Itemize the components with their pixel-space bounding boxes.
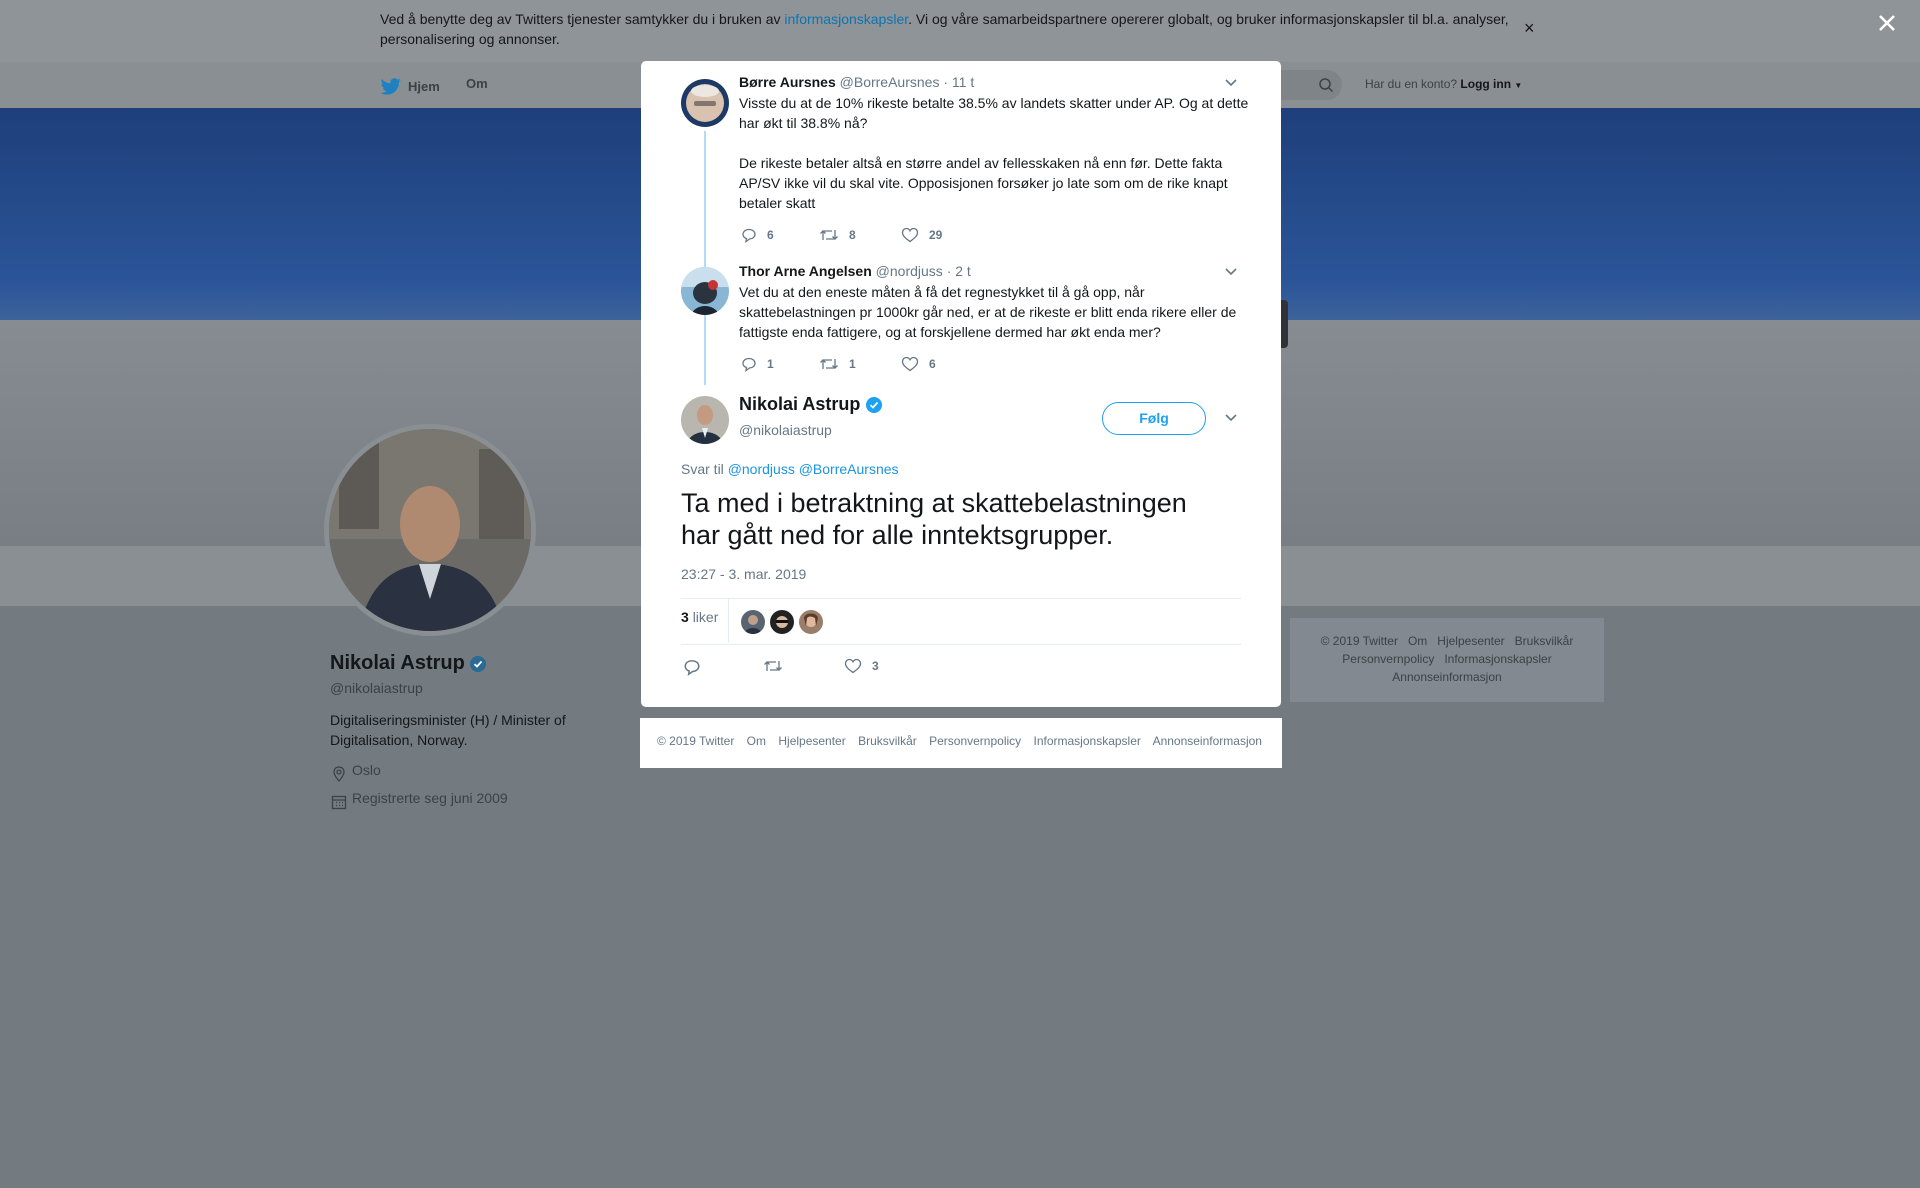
search-icon	[1319, 78, 1334, 93]
caret-down-icon: ▼	[1514, 81, 1523, 90]
footer-link-about[interactable]: Om	[1408, 634, 1427, 648]
heart-icon	[901, 356, 919, 372]
like-button[interactable]: 29	[901, 227, 942, 243]
reply-context: Svar til @nordjuss @BorreAursnes	[681, 461, 899, 477]
footer-link-terms[interactable]: Bruksvilkår	[1515, 634, 1574, 648]
mention-link[interactable]: @nordjuss	[728, 461, 795, 477]
footer-copyright: © 2019 Twitter	[657, 734, 735, 748]
retweet-icon	[820, 359, 838, 369]
main-author-name: Nikolai Astrup	[739, 394, 861, 414]
thread-line	[704, 319, 706, 385]
divider	[681, 644, 1241, 645]
reply-button[interactable]: 6	[741, 227, 774, 243]
mention-link[interactable]: @BorreAursnes	[799, 461, 899, 477]
chevron-down-icon[interactable]	[1224, 267, 1238, 277]
profile-name-text: Nikolai Astrup	[330, 652, 465, 674]
tweet-author-name[interactable]: Børre Aursnes	[739, 74, 836, 90]
chevron-down-icon[interactable]	[1224, 413, 1238, 423]
footer-link-privacy[interactable]: Personvernpolicy	[929, 734, 1021, 748]
tweet-header: Thor Arne Angelsen @nordjuss · 2 t	[739, 263, 971, 279]
avatar[interactable]	[681, 79, 729, 127]
reply-icon	[684, 660, 700, 676]
footer-link-cookies[interactable]: Informasjonskapsler	[1444, 652, 1551, 666]
retweet-button[interactable]	[763, 658, 793, 674]
main-tweet-text: Ta med i betraktning at skattebelastning…	[681, 488, 1187, 550]
footer-copyright: © 2019 Twitter	[1320, 634, 1398, 648]
chevron-down-icon[interactable]	[1224, 78, 1238, 88]
main-tweet-timestamp[interactable]: 23:27 - 3. mar. 2019	[681, 566, 806, 582]
liker-avatar[interactable]	[770, 610, 794, 634]
footer-link-help[interactable]: Hjelpesenter	[778, 734, 845, 748]
sidebar-footer: © 2019 Twitter Om Hjelpesenter Bruksvilkår …	[1290, 618, 1604, 702]
cookie-text: Ved å benytte deg av Twitters tjenester …	[380, 11, 1509, 47]
reply-button[interactable]: 1	[741, 356, 774, 372]
nav-home-label: Hjem	[408, 78, 440, 94]
main-tweet-author[interactable]: Nikolai Astrup	[739, 394, 883, 415]
retweet-icon	[820, 230, 838, 240]
modal-footer: © 2019 Twitter Om Hjelpesenter Bruksvilk…	[640, 718, 1282, 768]
retweet-button[interactable]: 1	[819, 356, 856, 372]
footer-link-about[interactable]: Om	[747, 734, 766, 748]
heart-icon	[901, 227, 919, 243]
reply-button[interactable]	[683, 658, 711, 676]
footer-link-privacy[interactable]: Personvernpolicy	[1342, 652, 1434, 666]
liker-avatar[interactable]	[741, 610, 765, 634]
tweet-text: Visste du at de 10% rikeste betalte 38.5…	[739, 95, 1249, 211]
login-link[interactable]: Logg inn ▼	[1460, 77, 1522, 91]
tweet-text: Vet du at den eneste måten å få det regn…	[739, 284, 1237, 340]
liker-avatar[interactable]	[799, 610, 823, 634]
location-icon	[333, 766, 345, 782]
retweet-button[interactable]: 8	[819, 227, 856, 243]
verified-badge-icon	[469, 655, 486, 672]
reply-icon	[742, 357, 756, 372]
tweet-author-handle[interactable]: @BorreAursnes	[840, 74, 940, 90]
divider	[728, 599, 729, 643]
cookie-link[interactable]: informasjonskapsler	[784, 11, 908, 27]
verified-badge-icon	[866, 396, 883, 413]
like-button[interactable]: 3	[844, 658, 879, 674]
footer-link-terms[interactable]: Bruksvilkår	[858, 734, 917, 748]
nav-about[interactable]: Om	[466, 76, 488, 91]
twitter-bird-icon	[380, 78, 401, 95]
tweet-time[interactable]: · 2 t	[947, 263, 971, 279]
main-author-handle[interactable]: @nikolaiastrup	[739, 422, 832, 438]
tweet-header: Børre Aursnes @BorreAursnes · 11 t	[739, 74, 974, 90]
profile-name: Nikolai Astrup	[330, 652, 487, 675]
footer-link-help[interactable]: Hjelpesenter	[1437, 634, 1504, 648]
tweet-time[interactable]: · 11 t	[943, 74, 974, 90]
reply-icon	[742, 228, 756, 243]
footer-link-cookies[interactable]: Informasjonskapsler	[1034, 734, 1141, 748]
follow-button[interactable]: Følg	[1102, 402, 1206, 435]
cookie-close-icon[interactable]: ×	[1524, 18, 1535, 38]
nav-home[interactable]: Hjem	[380, 76, 440, 96]
likes-count[interactable]: 3 liker	[681, 609, 718, 625]
divider	[681, 598, 1241, 599]
close-overlay-icon[interactable]	[1872, 8, 1902, 38]
account-prompt: Har du en konto?	[1365, 77, 1458, 91]
tweet-modal: Børre Aursnes @BorreAursnes · 11 t Visst…	[641, 61, 1281, 707]
like-button[interactable]: 6	[901, 356, 936, 372]
profile-avatar[interactable]	[324, 424, 536, 636]
retweet-icon	[764, 661, 782, 671]
cookie-banner: Ved å benytte deg av Twitters tjenester …	[0, 0, 1920, 62]
profile-location: Oslo	[352, 762, 381, 778]
footer-link-ads[interactable]: Annonseinformasjon	[1392, 670, 1501, 684]
tweet-author-name[interactable]: Thor Arne Angelsen	[739, 263, 872, 279]
profile-joined: Registrerte seg juni 2009	[352, 790, 508, 806]
profile-handle: @nikolaiastrup	[330, 680, 423, 696]
profile-bio: Digitaliseringsminister (H) / Minister o…	[330, 712, 566, 748]
avatar[interactable]	[681, 396, 729, 444]
avatar[interactable]	[681, 267, 729, 315]
account-area: Har du en konto? Logg inn ▼	[1365, 77, 1522, 91]
calendar-icon	[331, 795, 347, 810]
tweet-author-handle[interactable]: @nordjuss	[876, 263, 943, 279]
footer-link-ads[interactable]: Annonseinformasjon	[1153, 734, 1262, 748]
heart-icon	[844, 658, 862, 674]
